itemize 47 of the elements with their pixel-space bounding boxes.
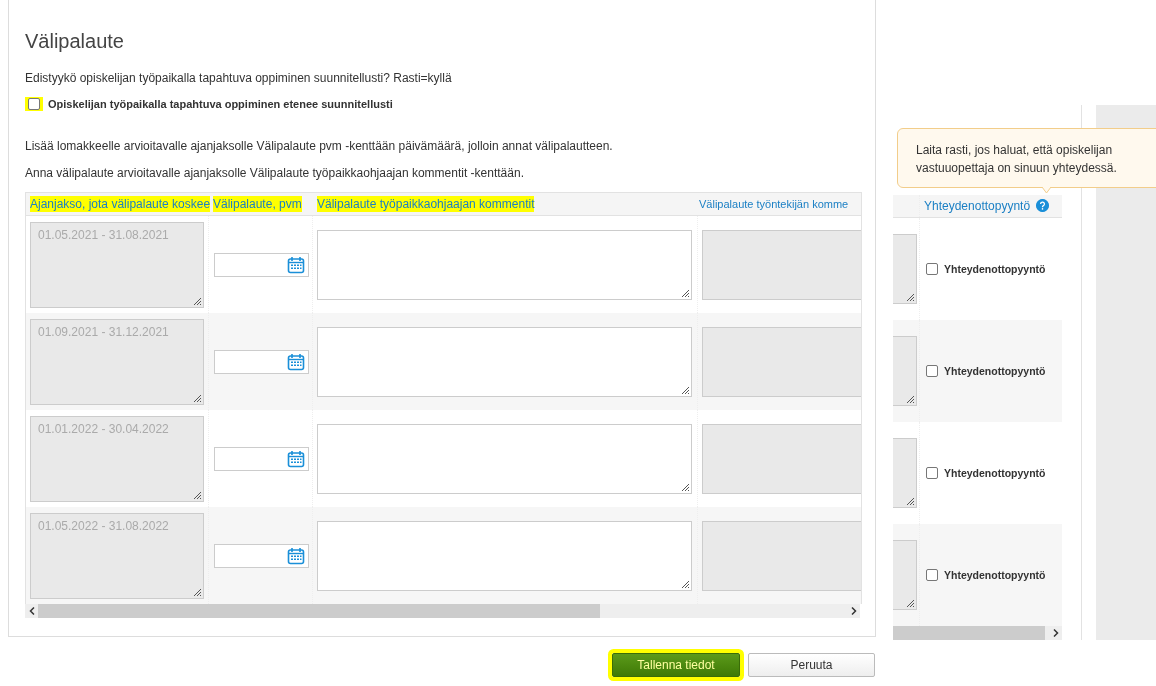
tooltip: Laita rasti, jos haluat, että opiskelijan vastuuopettaja on sinuun yhteydessä. xyxy=(897,128,1156,188)
date-input[interactable] xyxy=(214,349,309,374)
question-text: Edistyykö opiskelijan työpaikalla tapahtuva oppiminen suunnitellusti? Rasti=kyllä xyxy=(25,71,453,85)
checkbox[interactable] xyxy=(926,466,938,479)
resize-grip-icon[interactable] xyxy=(905,597,915,608)
column-header: Välipalaute, pvm xyxy=(213,196,302,212)
date-input[interactable] xyxy=(214,543,309,568)
checkbox-label[interactable]: Yhteydenottopyyntö xyxy=(944,364,1046,377)
resize-grip-icon[interactable] xyxy=(905,495,915,506)
calendar-icon[interactable] xyxy=(287,352,305,371)
date-input[interactable] xyxy=(214,446,309,471)
checkbox[interactable] xyxy=(926,364,938,377)
column-header: Yhteydenottopyyntö xyxy=(924,198,1031,213)
checkbox-label[interactable]: Opiskelijan työpaikalla tapahtuva oppiminen etenee suunnitellusti xyxy=(48,98,393,110)
checkbox[interactable] xyxy=(926,568,938,581)
cancel-button[interactable]: Peruuta xyxy=(748,653,875,677)
resize-grip-icon[interactable] xyxy=(192,392,202,403)
resize-grip-icon[interactable] xyxy=(192,586,202,597)
column-header: Välipalaute työntekijän komme xyxy=(699,197,849,211)
help-icon[interactable] xyxy=(1036,199,1050,213)
tooltip-pointer xyxy=(1042,187,1051,193)
resize-grip-icon[interactable] xyxy=(192,489,202,500)
checkbox[interactable] xyxy=(926,262,938,275)
resize-grip-icon[interactable] xyxy=(680,287,690,298)
resize-grip-icon[interactable] xyxy=(680,578,690,589)
checkbox-label[interactable]: Yhteydenottopyyntö xyxy=(944,568,1046,581)
resize-grip-icon[interactable] xyxy=(905,291,915,302)
period-field: 01.09.2021 - 31.12.2021 xyxy=(30,318,204,405)
calendar-icon[interactable] xyxy=(287,255,305,274)
checkbox-label[interactable]: Yhteydenottopyyntö xyxy=(944,466,1046,479)
scrollbar-thumb[interactable] xyxy=(38,604,600,618)
page-title: Välipalaute xyxy=(25,30,125,53)
scrollbar-thumb[interactable] xyxy=(893,626,1045,640)
resize-grip-icon[interactable] xyxy=(680,384,690,395)
resize-grip-icon[interactable] xyxy=(680,481,690,492)
calendar-icon[interactable] xyxy=(287,449,305,468)
period-field: 01.05.2021 - 31.08.2021 xyxy=(30,221,204,308)
resize-grip-icon[interactable] xyxy=(192,295,202,306)
date-input[interactable] xyxy=(214,252,309,277)
column-header: Ajanjakso, jota välipalaute koskee xyxy=(30,196,211,212)
instruction-text: Lisää lomakkeelle arvioitavalle ajanjaksolle Välipalaute pvm -kenttään päivämäärä, jolloin annat välipalautteen. xyxy=(25,139,614,153)
calendar-icon[interactable] xyxy=(287,546,305,565)
checkbox-label[interactable]: Yhteydenottopyyntö xyxy=(944,262,1046,275)
period-field: 01.05.2022 - 31.08.2022 xyxy=(30,512,204,599)
instruction-text: Anna välipalaute arvioitavalle ajanjaksolle Välipalaute työpaikkaohjaajan kommentit -kenttään. xyxy=(25,166,525,180)
resize-grip-icon[interactable] xyxy=(905,393,915,404)
period-field: 01.01.2022 - 30.04.2022 xyxy=(30,415,204,502)
